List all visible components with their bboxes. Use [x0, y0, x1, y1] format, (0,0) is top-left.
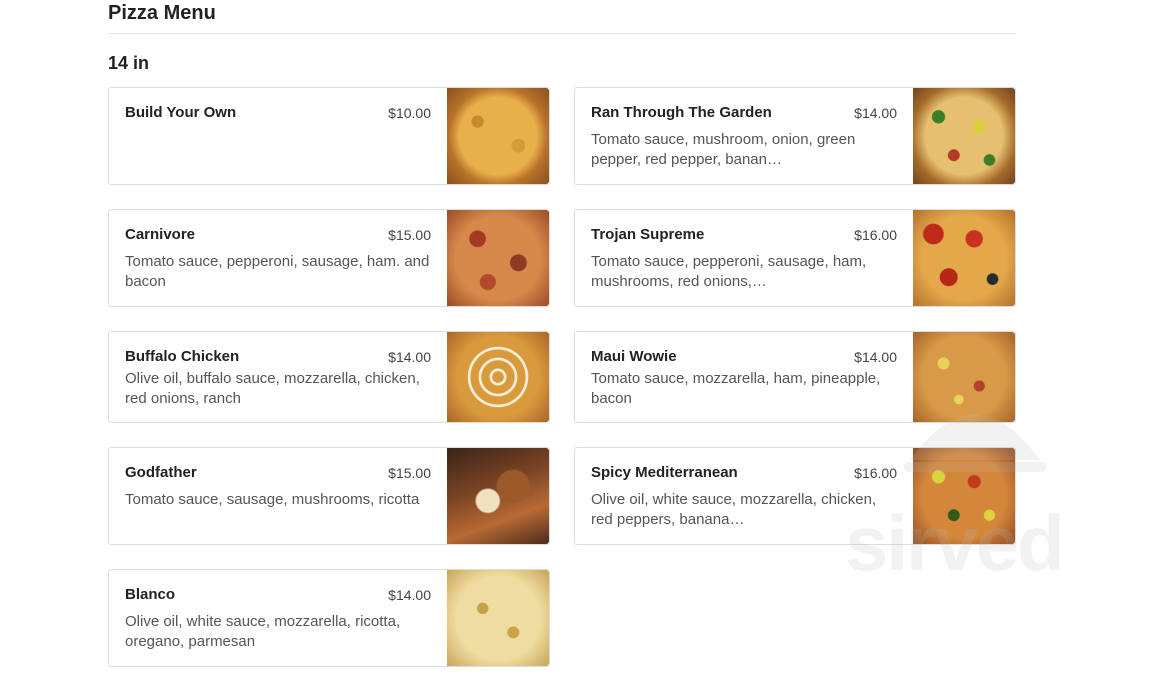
menu-item-info: Buffalo Chicken $14.00 Olive oil, buffal…	[125, 332, 431, 422]
pizza-photo[interactable]	[913, 332, 1015, 422]
menu-item-info: Build Your Own $10.00	[125, 88, 431, 184]
menu-grid: Build Your Own $10.00 Ran Through The Ga…	[108, 87, 1017, 687]
menu-item-info: Carnivore $15.00 Tomato sauce, pepperoni…	[125, 210, 431, 306]
menu-item-info: Godfather $15.00 Tomato sauce, sausage, …	[125, 448, 431, 544]
section-title: 14 in	[108, 53, 150, 73]
menu-item-name: Spicy Mediterranean	[591, 464, 738, 481]
menu-item-name: Build Your Own	[125, 104, 237, 121]
menu-item-name: Trojan Supreme	[591, 226, 705, 243]
menu-item-card[interactable]: Maui Wowie $14.00 Tomato sauce, mozzarel…	[574, 331, 1016, 423]
menu-item-price: $15.00	[388, 227, 431, 243]
pizza-photo[interactable]	[447, 88, 549, 184]
menu-item-card[interactable]: Spicy Mediterranean $16.00 Olive oil, wh…	[574, 447, 1016, 545]
pizza-photo[interactable]	[447, 570, 549, 666]
menu-item-price: $14.00	[854, 105, 897, 121]
menu-item-description: Olive oil, white sauce, mozzarella, chic…	[591, 491, 877, 528]
menu-item-info: Spicy Mediterranean $16.00 Olive oil, wh…	[591, 448, 897, 544]
menu-item-description: Tomato sauce, sausage, mushrooms, ricott…	[125, 491, 420, 508]
menu-item-card[interactable]: Trojan Supreme $16.00 Tomato sauce, pepp…	[574, 209, 1016, 307]
menu-item-price: $16.00	[854, 227, 897, 243]
menu-item-name: Maui Wowie	[591, 348, 677, 365]
menu-item-price: $14.00	[854, 349, 897, 365]
menu-item-card[interactable]: Build Your Own $10.00	[108, 87, 550, 185]
menu-item-card[interactable]: Carnivore $15.00 Tomato sauce, pepperoni…	[108, 209, 550, 307]
menu-item-description: Olive oil, white sauce, mozzarella, rico…	[125, 613, 401, 650]
menu-item-description: Tomato sauce, pepperoni, sausage, ham, m…	[591, 253, 867, 290]
pizza-photo[interactable]	[447, 448, 549, 544]
menu-item-price: $14.00	[388, 349, 431, 365]
pizza-photo[interactable]	[913, 88, 1015, 184]
menu-item-price: $16.00	[854, 465, 897, 481]
page-title: Pizza Menu	[108, 2, 216, 24]
menu-item-card[interactable]: Blanco $14.00 Olive oil, white sauce, mo…	[108, 569, 550, 667]
title-divider	[108, 33, 1016, 34]
pizza-photo[interactable]	[447, 210, 549, 306]
menu-item-name: Godfather	[125, 464, 197, 481]
pizza-photo[interactable]	[913, 448, 1015, 544]
menu-item-card[interactable]: Ran Through The Garden $14.00 Tomato sau…	[574, 87, 1016, 185]
menu-item-info: Trojan Supreme $16.00 Tomato sauce, pepp…	[591, 210, 897, 306]
menu-item-price: $14.00	[388, 587, 431, 603]
menu-item-info: Blanco $14.00 Olive oil, white sauce, mo…	[125, 570, 431, 666]
menu-item-name: Blanco	[125, 586, 176, 603]
menu-item-name: Buffalo Chicken	[125, 348, 240, 365]
menu-item-description: Tomato sauce, mozzarella, ham, pineapple…	[591, 370, 881, 407]
menu-item-price: $15.00	[388, 465, 431, 481]
pizza-photo[interactable]	[447, 332, 549, 422]
menu-item-card[interactable]: Buffalo Chicken $14.00 Olive oil, buffal…	[108, 331, 550, 423]
menu-item-price: $10.00	[388, 105, 431, 121]
menu-item-description: Olive oil, buffalo sauce, mozzarella, ch…	[125, 370, 420, 407]
menu-item-description: Tomato sauce, mushroom, onion, green pep…	[591, 131, 856, 168]
menu-item-info: Ran Through The Garden $14.00 Tomato sau…	[591, 88, 897, 184]
menu-item-name: Ran Through The Garden	[591, 104, 772, 121]
menu-item-description: Tomato sauce, pepperoni, sausage, ham. a…	[125, 253, 430, 290]
menu-item-card[interactable]: Godfather $15.00 Tomato sauce, sausage, …	[108, 447, 550, 545]
menu-item-info: Maui Wowie $14.00 Tomato sauce, mozzarel…	[591, 332, 897, 422]
menu-item-name: Carnivore	[125, 226, 196, 243]
pizza-photo[interactable]	[913, 210, 1015, 306]
